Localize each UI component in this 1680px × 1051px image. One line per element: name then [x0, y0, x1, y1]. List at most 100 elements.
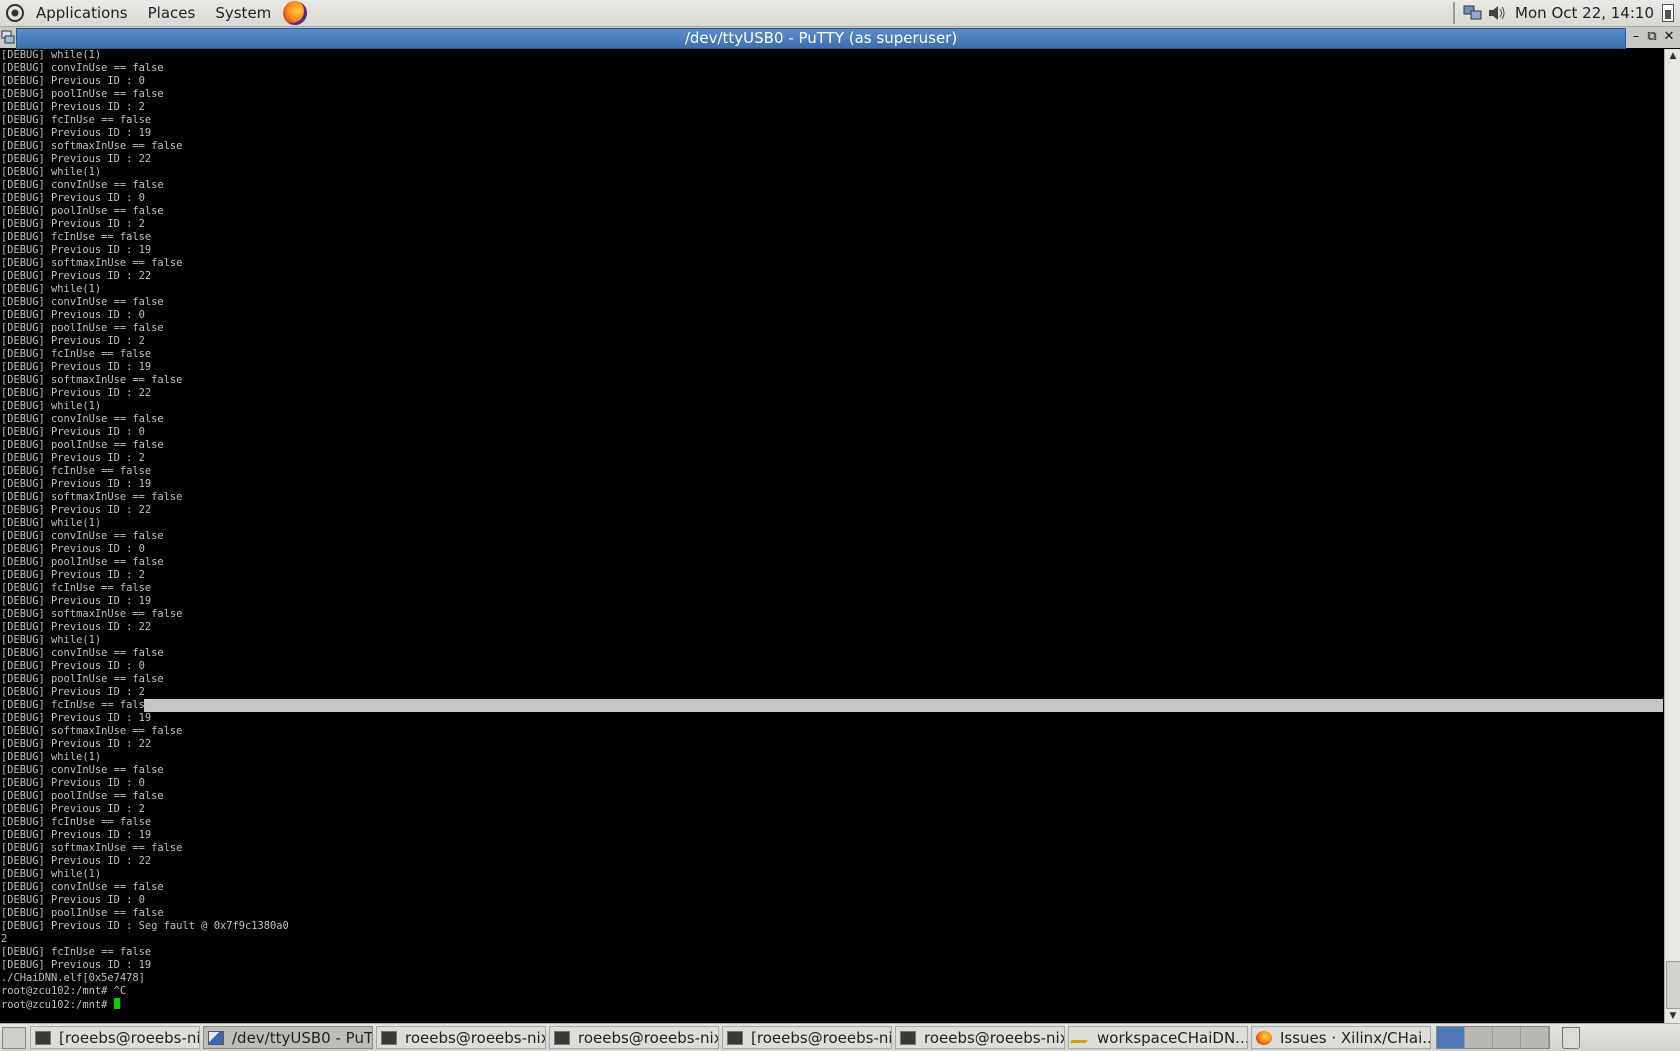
terminal-line: [DEBUG] Previous ID : 2 — [0, 569, 1663, 582]
terminal-line: [DEBUG] Previous ID : 19 — [0, 595, 1663, 608]
terminal-line: [DEBUG] while(1) — [0, 49, 1663, 62]
terminal-line-text: [DEBUG] Previous ID : 0 — [1, 426, 145, 438]
terminal-line-text: [DEBUG] Previous ID : 19 — [1, 959, 152, 971]
terminal-line-text: [DEBUG] while(1) — [1, 751, 102, 763]
terminal-line: [DEBUG] convInUse == false — [0, 62, 1663, 75]
terminal-line-text: [DEBUG] while(1) — [1, 868, 102, 880]
terminal-line: [DEBUG] softmaxInUse == false — [0, 374, 1663, 387]
scroll-up-arrow-icon[interactable]: ▲ — [1665, 49, 1680, 63]
taskbar-button[interactable]: /dev/ttyUSB0 - PuT... — [203, 1026, 373, 1049]
scrollbar-thumb[interactable] — [1666, 961, 1680, 1009]
terminal-line: [DEBUG] Previous ID : 2 — [0, 803, 1663, 816]
firefox-launcher-icon[interactable] — [283, 1, 308, 25]
workspace-3[interactable] — [1493, 1027, 1521, 1048]
terminal-line-text: [DEBUG] Previous ID : 0 — [1, 894, 145, 906]
terminal-line-text: [DEBUG] softmaxInUse == false — [1, 257, 183, 269]
close-icon[interactable]: ✕ — [1661, 29, 1677, 45]
network-icon[interactable] — [1463, 4, 1483, 22]
terminal-line: [DEBUG] convInUse == false — [0, 530, 1663, 543]
terminal-line: [DEBUG] Previous ID : 19 — [0, 361, 1663, 374]
terminal-line-text: [DEBUG] convInUse == false — [1, 881, 164, 893]
terminal-line: [DEBUG] fcInUse == false — [0, 699, 1663, 712]
terminal-output[interactable]: [DEBUG] while(1) [DEBUG] convInUse == fal… — [0, 49, 1663, 1023]
terminal-line: [DEBUG] poolInUse == false — [0, 907, 1663, 920]
terminal-line: [DEBUG] Previous ID : 2 — [0, 101, 1663, 114]
terminal-line: [DEBUG] poolInUse == false — [0, 439, 1663, 452]
terminal-line: [DEBUG] Previous ID : 0 — [0, 309, 1663, 322]
terminal-line-text: [DEBUG] while(1) — [1, 400, 102, 412]
show-desktop-icon[interactable] — [2, 1026, 26, 1049]
workspace-switcher[interactable] — [1436, 1026, 1550, 1049]
terminal-line: [DEBUG] Previous ID : 19 — [0, 127, 1663, 140]
window-titlebar[interactable]: /dev/ttyUSB0 - PuTTY (as superuser) – ⧉ … — [0, 27, 1680, 49]
panel-tray: Mon Oct 22, 14:10 — [1447, 0, 1680, 26]
terminal-line: [DEBUG] Previous ID : 0 — [0, 75, 1663, 88]
terminal-line: [DEBUG] convInUse == false — [0, 179, 1663, 192]
terminal-line: [DEBUG] softmaxInUse == false — [0, 257, 1663, 270]
terminal-line-text: [DEBUG] fcInUse == false — [1, 114, 152, 126]
terminal-line: [DEBUG] convInUse == false — [0, 296, 1663, 309]
terminal-line-text: [DEBUG] while(1) — [1, 634, 102, 646]
terminal-line-text: [DEBUG] while(1) — [1, 283, 102, 295]
taskbar-button-label: roeebs@roeebs-nix... — [405, 1028, 545, 1047]
taskbar-button-label: [roeebs@roeebs-ni... — [59, 1028, 200, 1047]
minimize-icon[interactable]: – — [1628, 29, 1644, 45]
terminal-line: [DEBUG] while(1) — [0, 166, 1663, 179]
terminal-line: [DEBUG] poolInUse == false — [0, 88, 1663, 101]
volume-icon[interactable] — [1487, 4, 1507, 22]
terminal-line-text: [DEBUG] softmaxInUse == false — [1, 842, 183, 854]
terminal-line: [DEBUG] Previous ID : 0 — [0, 777, 1663, 790]
gnome-foot-icon[interactable] — [4, 2, 26, 24]
terminal-line: [DEBUG] poolInUse == false — [0, 322, 1663, 335]
clock[interactable]: Mon Oct 22, 14:10 — [1509, 4, 1662, 22]
window-title: /dev/ttyUSB0 - PuTTY (as superuser) — [16, 28, 1626, 49]
trash-icon[interactable] — [1562, 1026, 1580, 1049]
terminal-line-text: [DEBUG] fcInUse == false — [1, 699, 152, 711]
terminal-line-text: [DEBUG] Previous ID : 0 — [1, 777, 145, 789]
places-menu[interactable]: Places — [138, 0, 206, 26]
terminal-line: [DEBUG] convInUse == false — [0, 764, 1663, 777]
taskbar-button[interactable]: [roeebs@roeebs-ni... — [722, 1026, 892, 1049]
battery-icon[interactable] — [1662, 4, 1674, 22]
terminal-line-text: [DEBUG] poolInUse == false — [1, 673, 164, 685]
terminal-line: [DEBUG] Previous ID : 22 — [0, 153, 1663, 166]
workspace-1[interactable] — [1437, 1027, 1465, 1048]
terminal-line-text: [DEBUG] fcInUse == false — [1, 465, 152, 477]
taskbar: [roeebs@roeebs-ni... /dev/ttyUSB0 - PuT..… — [0, 1023, 1680, 1051]
scroll-down-arrow-icon[interactable]: ▼ — [1665, 1009, 1680, 1023]
terminal-line: [DEBUG] softmaxInUse == false — [0, 842, 1663, 855]
taskbar-button[interactable]: Issues · Xilinx/CHai... — [1251, 1026, 1431, 1049]
terminal-line: [DEBUG] softmaxInUse == false — [0, 725, 1663, 738]
terminal-line: [DEBUG] Previous ID : 22 — [0, 621, 1663, 634]
taskbar-button[interactable]: roeebs@roeebs-nix... — [895, 1026, 1065, 1049]
terminal-line-text: [DEBUG] Previous ID : 2 — [1, 803, 145, 815]
system-menu[interactable]: System — [205, 0, 281, 26]
terminal-line: [DEBUG] fcInUse == false — [0, 231, 1663, 244]
terminal-line-text: [DEBUG] Previous ID : 22 — [1, 621, 152, 633]
terminal-line: [DEBUG] softmaxInUse == false — [0, 140, 1663, 153]
terminal-line: [DEBUG] while(1) — [0, 400, 1663, 413]
applications-menu[interactable]: Applications — [26, 0, 138, 26]
maximize-icon[interactable]: ⧉ — [1644, 29, 1660, 45]
terminal-line-text: [DEBUG] convInUse == false — [1, 62, 164, 74]
terminal-line: [DEBUG] Previous ID : 19 — [0, 959, 1663, 972]
terminal-line-text: ./CHaiDNN.elf[0x5e7478] — [1, 972, 145, 984]
terminal-line: [DEBUG] Previous ID : 0 — [0, 426, 1663, 439]
putty-icon[interactable] — [1, 29, 15, 45]
workspace-2[interactable] — [1465, 1027, 1493, 1048]
taskbar-button-label: [roeebs@roeebs-ni... — [751, 1028, 892, 1047]
terminal-line: [DEBUG] poolInUse == false — [0, 790, 1663, 803]
taskbar-button[interactable]: workspaceCHaiDN... — [1068, 1026, 1248, 1049]
taskbar-button[interactable]: [roeebs@roeebs-ni... — [30, 1026, 200, 1049]
terminal-cursor — [113, 998, 120, 1009]
vertical-scrollbar[interactable]: ▲ ▼ — [1664, 49, 1680, 1023]
workspace-4[interactable] — [1521, 1027, 1549, 1048]
terminal-line: [DEBUG] poolInUse == false — [0, 205, 1663, 218]
terminal-line-text: [DEBUG] while(1) — [1, 166, 102, 178]
taskbar-button[interactable]: roeebs@roeebs-nix... — [376, 1026, 546, 1049]
terminal-line-text: [DEBUG] softmaxInUse == false — [1, 374, 183, 386]
terminal-line: [DEBUG] poolInUse == false — [0, 556, 1663, 569]
taskbar-button[interactable]: roeebs@roeebs-nix... — [549, 1026, 719, 1049]
terminal-line-text: [DEBUG] Previous ID : 0 — [1, 75, 145, 87]
terminal-line: [DEBUG] Previous ID : Seg fault @ 0x7f9c… — [0, 920, 1663, 933]
